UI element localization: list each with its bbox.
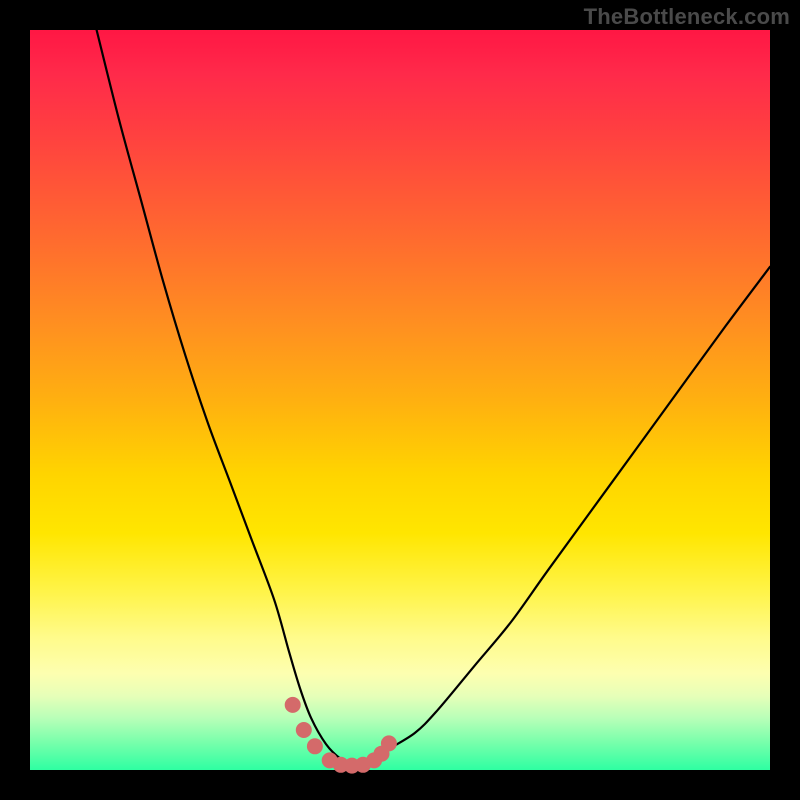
bottleneck-dot — [381, 735, 397, 751]
chart-svg — [30, 30, 770, 770]
bottleneck-dot — [307, 738, 323, 754]
bottleneck-dots — [285, 697, 397, 774]
bottleneck-curve — [97, 30, 770, 766]
bottleneck-dot — [285, 697, 301, 713]
chart-frame: TheBottleneck.com — [0, 0, 800, 800]
plot-area — [30, 30, 770, 770]
watermark-text: TheBottleneck.com — [584, 4, 790, 30]
bottleneck-dot — [296, 722, 312, 738]
